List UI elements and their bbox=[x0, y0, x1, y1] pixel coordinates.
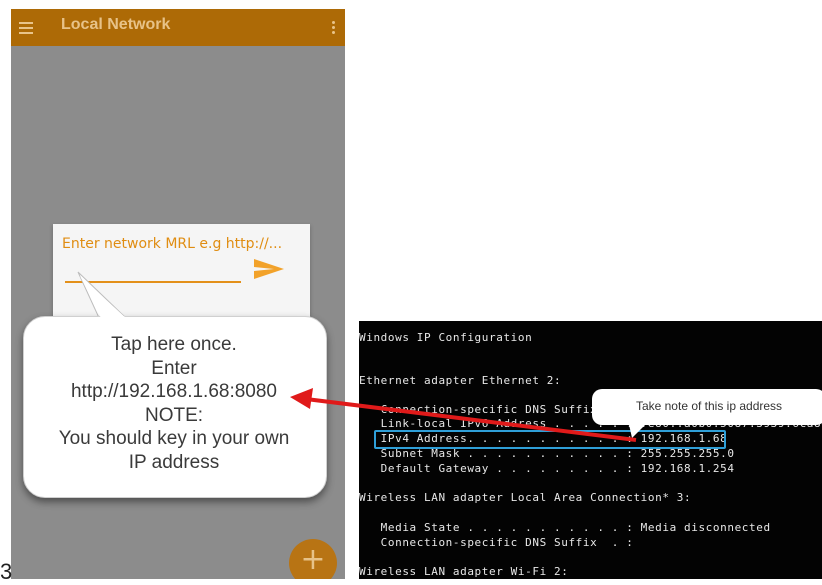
red-arrow-icon bbox=[290, 388, 637, 442]
